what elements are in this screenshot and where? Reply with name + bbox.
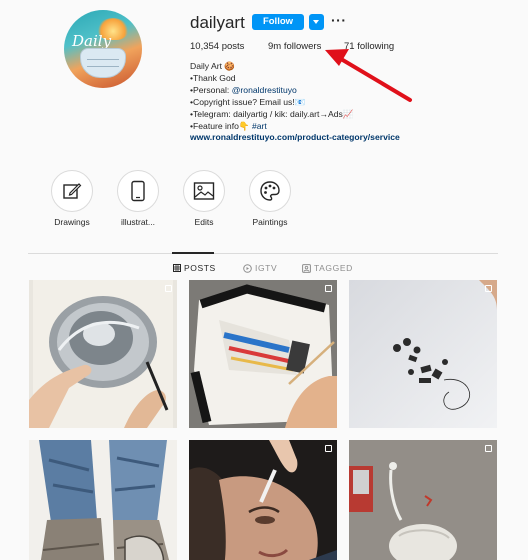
profile-avatar[interactable]: Daily [64,10,142,88]
post-image-paint-tube [189,280,337,428]
carousel-icon [485,445,492,452]
igtv-icon [243,263,252,273]
chevron-down-icon [313,20,319,24]
highlight-cover [117,170,159,212]
post-image-ostrich-graffiti [349,440,497,560]
follow-button[interactable]: Follow [252,14,304,30]
profile-bio: Daily Art 🍪 •Thank God •Personal: @ronal… [190,61,400,144]
highlight-label: illustrat... [120,217,155,227]
bio-line: Daily Art 🍪 [190,61,236,71]
tag-icon [302,263,311,273]
tab-label: TAGGED [314,263,353,273]
tablet-icon [131,180,145,202]
post-thumbnail[interactable] [29,280,177,428]
grid-icon [173,264,181,272]
pencil-icon [63,183,82,199]
highlight-edits[interactable]: Edits [174,170,234,227]
followers-link[interactable]: 9m followers [268,41,321,52]
avatar-mask [80,48,126,78]
bio-line: •Telegram: dailyartig / kik: daily.art→A… [190,108,354,119]
tab-igtv[interactable]: IGTV [243,263,277,273]
post-thumbnail[interactable] [29,440,177,560]
image-icon [193,182,215,200]
bio-line: •Copyright issue? Email us!📧 [190,96,306,107]
bio-hashtag-link[interactable]: #art [252,121,267,131]
highlight-label: Paintings [252,217,288,227]
post-thumbnail[interactable] [349,440,497,560]
post-image-jeans-painting [29,440,177,560]
more-options-button[interactable]: ··· [331,12,347,28]
highlight-drawings[interactable]: Drawings [42,170,102,227]
post-image-face-portrait [189,440,337,560]
highlight-cover [183,170,225,212]
highlight-paintings[interactable]: Paintings [240,170,300,227]
palette-icon [260,181,280,201]
bio-line: •Personal: @ronaldrestituyo [190,84,297,95]
carousel-icon [325,285,332,292]
suggested-dropdown-button[interactable] [309,14,324,30]
active-tab-indicator [172,252,214,254]
tab-label: POSTS [184,263,216,273]
highlight-cover [51,170,93,212]
carousel-icon [325,445,332,452]
tabs-divider [28,253,498,254]
post-thumbnail[interactable] [189,280,337,428]
tab-label: IGTV [255,263,278,273]
highlight-label: Edits [194,217,214,227]
highlight-illustrations[interactable]: illustrat... [108,170,168,227]
highlight-cover [249,170,291,212]
bio-mention-link[interactable]: @ronaldrestituyo [232,85,297,95]
posts-count: 10,354 posts [190,41,245,52]
bio-line: •Thank God [190,72,236,83]
tab-posts[interactable]: POSTS [173,263,216,273]
post-thumbnail[interactable] [189,440,337,560]
bio-line: •Feature info👇 #art [190,120,267,131]
post-image-paper-sculpture [349,280,497,428]
post-thumbnail[interactable] [349,280,497,428]
carousel-icon [165,285,172,292]
website-link[interactable]: www.ronaldrestituyo.com/product-category… [190,132,400,144]
post-image-bowl-drawing [29,280,177,428]
carousel-icon [485,285,492,292]
highlight-label: Drawings [54,217,90,227]
profile-username: dailyart [190,13,245,32]
tab-tagged[interactable]: TAGGED [302,263,353,273]
